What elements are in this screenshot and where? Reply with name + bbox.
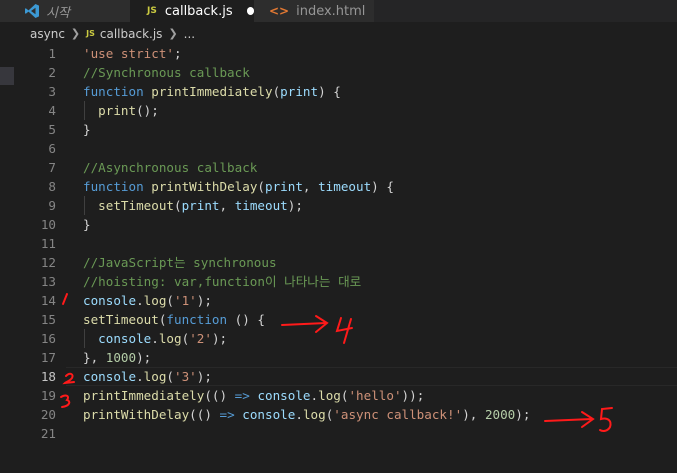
ink-label-4 [335, 317, 353, 344]
ink-arrow-line-20 [544, 411, 595, 428]
ink-arrow-line-15 [281, 315, 329, 333]
ink-mark-line-19 [60, 394, 71, 408]
ink-mark-line-14 [62, 293, 68, 305]
ink-annotations [60, 293, 613, 432]
ink-label-5 [599, 407, 613, 432]
ink-mark-line-18 [62, 372, 75, 385]
